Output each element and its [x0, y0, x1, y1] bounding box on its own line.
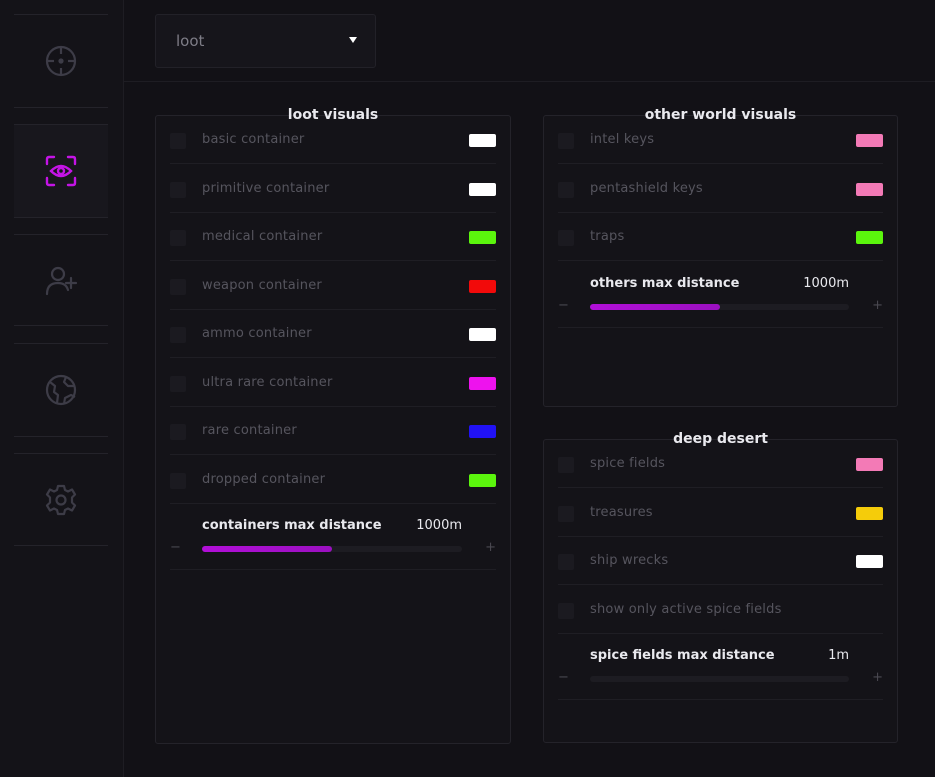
toggle-row-dropped-container[interactable]: dropped container — [170, 456, 496, 504]
toggle-label: dropped container — [202, 471, 326, 487]
slider-fill[interactable] — [590, 303, 720, 310]
crosshair-icon — [45, 45, 77, 77]
dropdown-selected-value: loot — [176, 32, 205, 50]
checkbox[interactable] — [170, 278, 186, 295]
category-dropdown[interactable]: loot — [155, 14, 376, 68]
toggle-row-weapon-container[interactable]: weapon container — [170, 262, 496, 310]
toggle-row-intel-keys[interactable]: intel keys — [558, 116, 883, 164]
checkbox[interactable] — [170, 375, 186, 392]
other-world-visuals-panel: other world visuals intel keys pentashiel… — [543, 107, 898, 407]
nav-item-settings[interactable] — [14, 453, 108, 546]
increment-button[interactable]: + — [485, 540, 496, 555]
toggle-row-spice-fields[interactable]: spice fields — [558, 440, 883, 488]
color-swatch[interactable] — [469, 231, 496, 244]
checkbox[interactable] — [170, 133, 186, 149]
checkbox[interactable] — [558, 133, 574, 149]
color-swatch[interactable] — [856, 555, 883, 568]
slider-value: 1m — [828, 648, 849, 663]
slider-value: 1000m — [803, 275, 849, 291]
color-swatch[interactable] — [856, 458, 883, 471]
increment-button[interactable]: + — [872, 670, 883, 685]
checkbox[interactable] — [558, 602, 574, 619]
toggle-label: ammo container — [202, 326, 312, 341]
distance-slider-row: containers max distance 1000m − + — [170, 504, 496, 570]
toggle-label: primitive container — [202, 180, 330, 196]
color-swatch[interactable] — [469, 328, 496, 341]
toggle-row-ultra-rare-container[interactable]: ultra rare container — [170, 359, 496, 407]
nav-item-players[interactable] — [14, 234, 108, 326]
nav-item-aim[interactable] — [14, 14, 108, 108]
checkbox[interactable] — [170, 472, 186, 489]
toggle-label: basic container — [202, 132, 305, 147]
decrement-button[interactable]: − — [170, 540, 181, 555]
slider-label: spice fields max distance — [590, 648, 775, 663]
toggle-label: spice fields — [590, 456, 666, 471]
toggle-row-rare-container[interactable]: rare container — [170, 407, 496, 455]
decrement-button[interactable]: − — [558, 670, 569, 685]
checkbox[interactable] — [558, 230, 574, 246]
slider-track[interactable] — [590, 303, 849, 310]
slider-value: 1000m — [416, 518, 462, 533]
nav-item-visuals[interactable] — [14, 124, 108, 218]
globe-icon — [45, 374, 77, 406]
color-swatch[interactable] — [469, 425, 496, 438]
eye-scan-icon — [45, 155, 77, 187]
color-swatch[interactable] — [469, 182, 496, 196]
toggle-row-medical-container[interactable]: medical container — [170, 213, 496, 261]
slider-fill[interactable] — [202, 546, 332, 552]
toggle-label: medical container — [202, 229, 323, 244]
toggle-label: weapon container — [202, 277, 322, 293]
distance-slider-row: spice fields max distance 1m − + — [558, 634, 883, 700]
checkbox[interactable] — [558, 554, 574, 570]
deep-desert-panel: deep desert spice fields treasures ship wr… — [543, 431, 898, 743]
toggle-label: treasures — [590, 504, 653, 520]
color-swatch[interactable] — [469, 376, 496, 390]
sidebar — [0, 0, 124, 777]
slider-track[interactable] — [590, 676, 849, 682]
toggle-row-ammo-container[interactable]: ammo container — [170, 310, 496, 358]
checkbox[interactable] — [558, 181, 574, 198]
checkbox[interactable] — [170, 230, 186, 246]
checkbox[interactable] — [170, 424, 186, 440]
nav-item-world[interactable] — [14, 343, 108, 437]
color-swatch[interactable] — [469, 473, 496, 487]
gear-icon — [45, 484, 77, 515]
slider-track[interactable] — [202, 546, 462, 552]
increment-button[interactable]: + — [872, 298, 883, 313]
toggle-label: ultra rare container — [202, 374, 333, 390]
toggle-label: intel keys — [590, 132, 655, 147]
color-swatch[interactable] — [856, 134, 883, 147]
toggle-row-traps[interactable]: traps — [558, 213, 883, 261]
toggle-row-ship-wrecks[interactable]: ship wrecks — [558, 537, 883, 585]
color-swatch[interactable] — [469, 279, 496, 293]
checkbox[interactable] — [558, 505, 574, 522]
distance-slider-row: others max distance 1000m − + — [558, 262, 883, 328]
color-swatch[interactable] — [469, 134, 496, 147]
slider-label: containers max distance — [202, 518, 382, 533]
user-plus-icon — [45, 266, 78, 296]
checkbox[interactable] — [170, 181, 186, 198]
color-swatch[interactable] — [856, 506, 883, 520]
color-swatch[interactable] — [856, 182, 883, 196]
toggle-label: ship wrecks — [590, 553, 669, 568]
slider-label: others max distance — [590, 275, 740, 291]
toggle-row-primitive-container[interactable]: primitive container — [170, 165, 496, 213]
toggle-row-basic-container[interactable]: basic container — [170, 116, 496, 164]
toggle-label: rare container — [202, 423, 297, 438]
toggle-label: show only active spice fields — [590, 601, 782, 617]
color-swatch[interactable] — [856, 231, 883, 244]
checkbox[interactable] — [558, 457, 574, 473]
toggle-label: traps — [590, 229, 625, 244]
toggle-row-treasures[interactable]: treasures — [558, 489, 883, 537]
caret-down-icon — [349, 37, 357, 43]
loot-visuals-panel: loot visuals basic container primitive co… — [155, 107, 511, 744]
toggle-label: pentashield keys — [590, 180, 703, 196]
decrement-button[interactable]: − — [558, 298, 569, 313]
checkbox[interactable] — [170, 327, 186, 343]
toggle-row-pentashield-keys[interactable]: pentashield keys — [558, 165, 883, 213]
toggle-row-show-only-active-spice-fields[interactable]: show only active spice fields — [558, 586, 883, 634]
